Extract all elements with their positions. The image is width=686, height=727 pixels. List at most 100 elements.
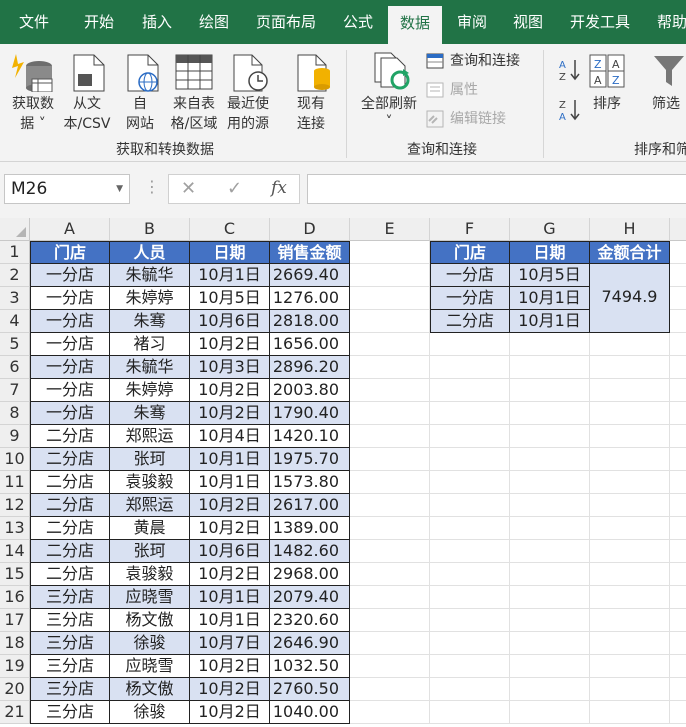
criteria-header-store[interactable]: 门店 <box>430 241 510 264</box>
main-cell-store[interactable]: 二分店 <box>30 563 110 586</box>
select-all-corner[interactable] <box>0 218 30 241</box>
main-cell-sales[interactable]: 1790.40 <box>270 402 350 425</box>
main-cell-date[interactable]: 10月3日 <box>190 356 270 379</box>
main-cell-date[interactable]: 10月2日 <box>190 517 270 540</box>
criteria-cell-store[interactable]: 一分店 <box>430 264 510 287</box>
main-cell-sales[interactable]: 2896.20 <box>270 356 350 379</box>
name-box[interactable]: M26 ▼ <box>4 174 130 204</box>
tab-data[interactable]: 数据 <box>388 6 442 44</box>
tab-file[interactable]: 文件 <box>19 0 49 44</box>
main-cell-date[interactable]: 10月2日 <box>190 655 270 678</box>
row-header-10[interactable]: 10 <box>0 448 30 471</box>
main-cell-store[interactable]: 二分店 <box>30 540 110 563</box>
main-cell-date[interactable]: 10月1日 <box>190 586 270 609</box>
main-cell-store[interactable]: 三分店 <box>30 586 110 609</box>
tab-formulas[interactable]: 公式 <box>343 0 373 44</box>
criteria-cell-date[interactable]: 10月1日 <box>510 287 590 310</box>
main-cell-sales[interactable]: 2617.00 <box>270 494 350 517</box>
main-cell-store[interactable]: 二分店 <box>30 448 110 471</box>
tab-draw[interactable]: 绘图 <box>199 0 229 44</box>
column-header-b[interactable]: B <box>110 218 190 241</box>
row-header-21[interactable]: 21 <box>0 701 30 724</box>
main-cell-sales[interactable]: 2818.00 <box>270 310 350 333</box>
row-header-6[interactable]: 6 <box>0 356 30 379</box>
main-cell-sales[interactable]: 1276.00 <box>270 287 350 310</box>
main-cell-sales[interactable]: 1656.00 <box>270 333 350 356</box>
row-header-11[interactable]: 11 <box>0 471 30 494</box>
main-cell-staff[interactable]: 徐骏 <box>110 632 190 655</box>
row-header-13[interactable]: 13 <box>0 517 30 540</box>
row-header-14[interactable]: 14 <box>0 540 30 563</box>
main-cell-sales[interactable]: 1032.50 <box>270 655 350 678</box>
main-cell-date[interactable]: 10月2日 <box>190 333 270 356</box>
column-header-g[interactable]: G <box>510 218 590 241</box>
main-cell-staff[interactable]: 朱骞 <box>110 402 190 425</box>
main-header-sales[interactable]: 销售金额 <box>270 241 350 264</box>
criteria-header-date[interactable]: 日期 <box>510 241 590 264</box>
insert-function-icon[interactable]: fx <box>271 178 287 198</box>
main-cell-store[interactable]: 一分店 <box>30 402 110 425</box>
main-cell-sales[interactable]: 1573.80 <box>270 471 350 494</box>
tab-insert[interactable]: 插入 <box>142 0 172 44</box>
criteria-header-amount-total[interactable]: 金额合计 <box>590 241 670 264</box>
row-header-9[interactable]: 9 <box>0 425 30 448</box>
criteria-total-merged[interactable]: 7494.9 <box>590 264 670 333</box>
main-cell-date[interactable]: 10月6日 <box>190 540 270 563</box>
main-cell-store[interactable]: 二分店 <box>30 494 110 517</box>
main-cell-date[interactable]: 10月4日 <box>190 425 270 448</box>
main-cell-staff[interactable]: 袁骏毅 <box>110 563 190 586</box>
main-cell-sales[interactable]: 2760.50 <box>270 678 350 701</box>
main-header-date[interactable]: 日期 <box>190 241 270 264</box>
criteria-cell-date[interactable]: 10月1日 <box>510 310 590 333</box>
main-cell-date[interactable]: 10月2日 <box>190 563 270 586</box>
main-cell-store[interactable]: 二分店 <box>30 517 110 540</box>
tab-review[interactable]: 审阅 <box>457 0 487 44</box>
main-cell-date[interactable]: 10月5日 <box>190 287 270 310</box>
criteria-cell-date[interactable]: 10月5日 <box>510 264 590 287</box>
main-cell-date[interactable]: 10月1日 <box>190 609 270 632</box>
row-header-1[interactable]: 1 <box>0 241 30 264</box>
main-cell-store[interactable]: 一分店 <box>30 310 110 333</box>
main-cell-store[interactable]: 二分店 <box>30 471 110 494</box>
tab-home[interactable]: 开始 <box>84 0 114 44</box>
main-cell-store[interactable]: 一分店 <box>30 356 110 379</box>
main-cell-sales[interactable]: 2003.80 <box>270 379 350 402</box>
main-cell-staff[interactable]: 袁骏毅 <box>110 471 190 494</box>
main-cell-store[interactable]: 三分店 <box>30 655 110 678</box>
main-cell-sales[interactable]: 1975.70 <box>270 448 350 471</box>
tab-view[interactable]: 视图 <box>513 0 543 44</box>
criteria-cell-store[interactable]: 二分店 <box>430 310 510 333</box>
main-cell-store[interactable]: 三分店 <box>30 609 110 632</box>
main-cell-sales[interactable]: 2669.40 <box>270 264 350 287</box>
row-header-2[interactable]: 2 <box>0 264 30 287</box>
main-cell-staff[interactable]: 朱婷婷 <box>110 379 190 402</box>
main-cell-store[interactable]: 三分店 <box>30 678 110 701</box>
row-header-7[interactable]: 7 <box>0 379 30 402</box>
column-header-a[interactable]: A <box>30 218 110 241</box>
main-cell-staff[interactable]: 郑熙运 <box>110 494 190 517</box>
main-header-staff[interactable]: 人员 <box>110 241 190 264</box>
main-cell-staff[interactable]: 朱毓华 <box>110 264 190 287</box>
row-header-5[interactable]: 5 <box>0 333 30 356</box>
main-cell-sales[interactable]: 2968.00 <box>270 563 350 586</box>
main-cell-staff[interactable]: 应晓雪 <box>110 586 190 609</box>
formula-bar-grip-icon[interactable]: ⋮ <box>144 179 160 195</box>
row-header-18[interactable]: 18 <box>0 632 30 655</box>
tab-help[interactable]: 帮助 <box>657 0 686 44</box>
main-cell-date[interactable]: 10月1日 <box>190 471 270 494</box>
refresh-all-dropdown[interactable]: ˅ <box>356 112 422 132</box>
main-cell-store[interactable]: 一分店 <box>30 287 110 310</box>
row-header-16[interactable]: 16 <box>0 586 30 609</box>
main-cell-date[interactable]: 10月7日 <box>190 632 270 655</box>
main-cell-store[interactable]: 三分店 <box>30 701 110 724</box>
row-header-19[interactable]: 19 <box>0 655 30 678</box>
row-header-4[interactable]: 4 <box>0 310 30 333</box>
row-header-12[interactable]: 12 <box>0 494 30 517</box>
main-cell-sales[interactable]: 1040.00 <box>270 701 350 724</box>
column-header-d[interactable]: D <box>270 218 350 241</box>
name-box-dropdown-icon[interactable]: ▼ <box>116 175 123 203</box>
tab-page-layout[interactable]: 页面布局 <box>256 0 316 44</box>
main-cell-date[interactable]: 10月2日 <box>190 402 270 425</box>
main-cell-date[interactable]: 10月1日 <box>190 264 270 287</box>
main-cell-store[interactable]: 一分店 <box>30 333 110 356</box>
